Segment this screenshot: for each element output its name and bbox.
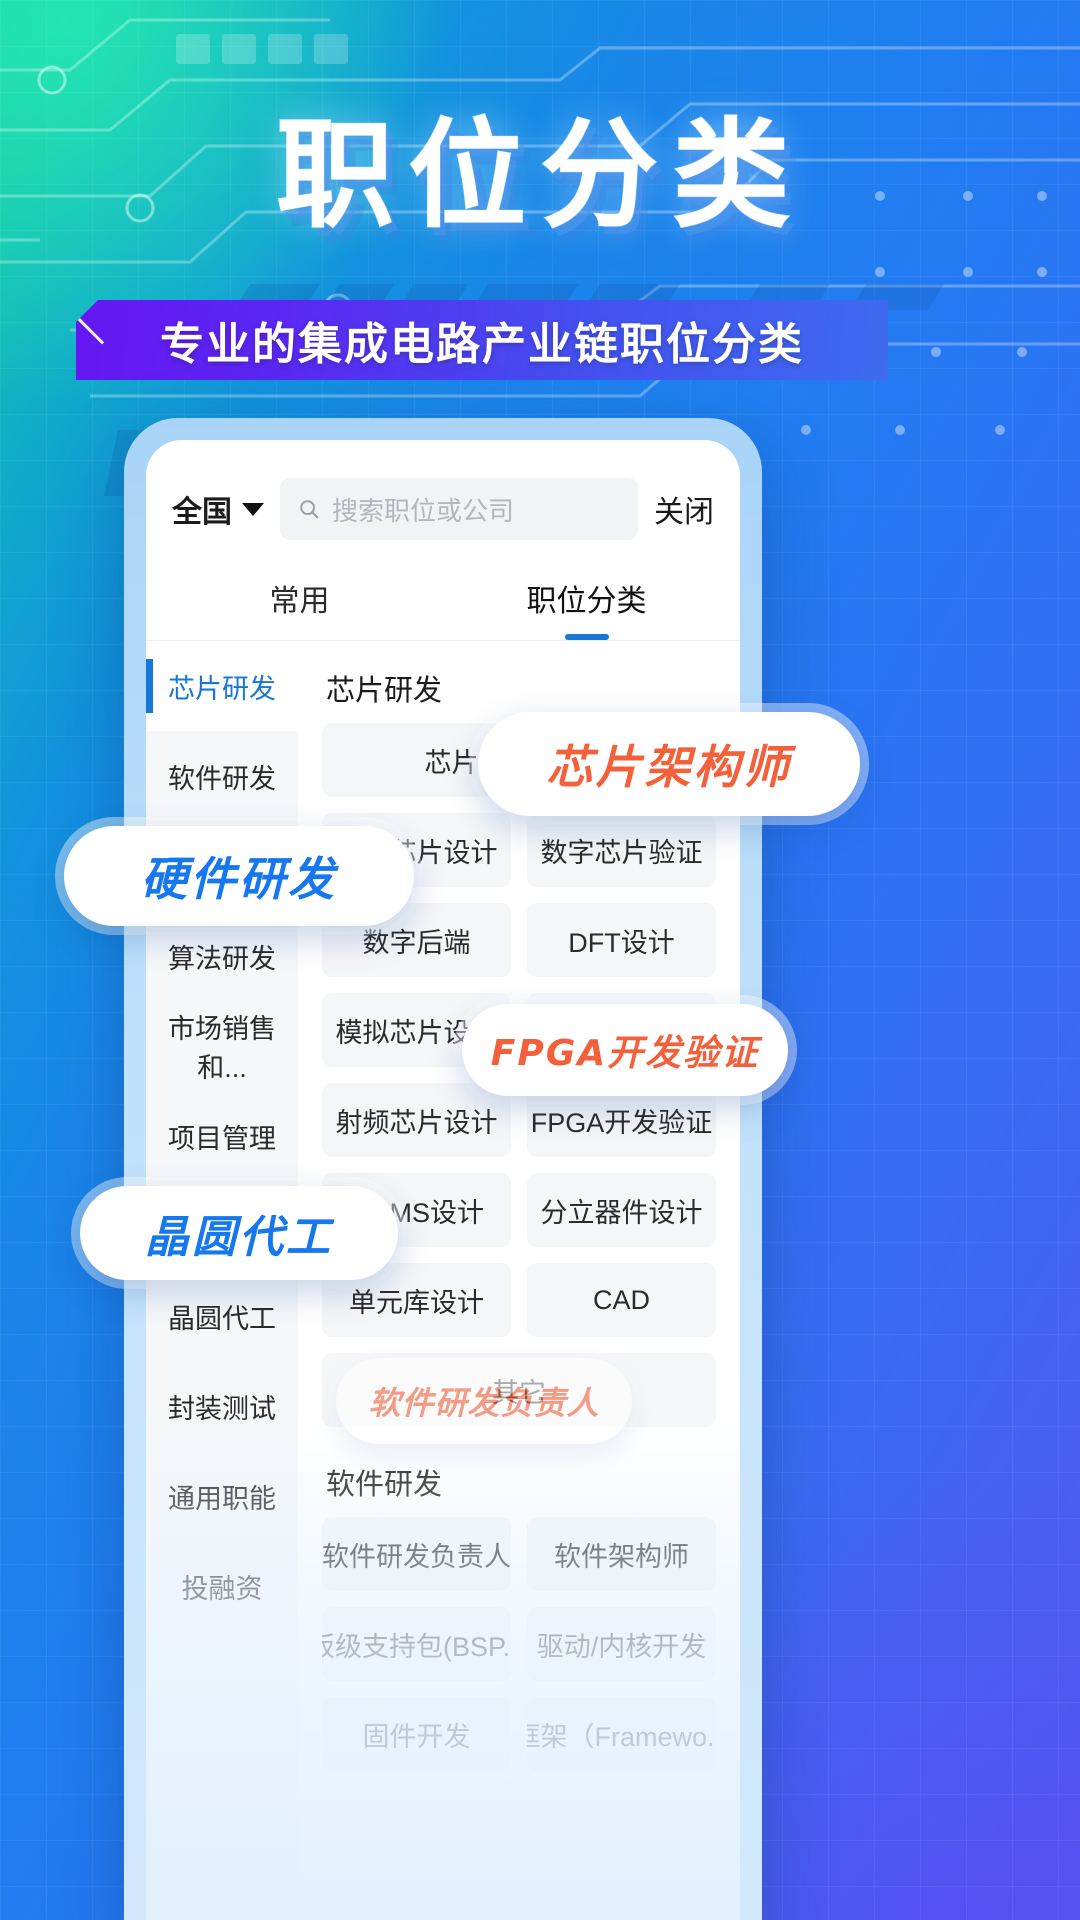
- highlight-badge-chip-architect: 芯片架构师: [478, 712, 860, 816]
- search-input[interactable]: 搜索职位或公司: [280, 478, 638, 540]
- chip-item[interactable]: 固件开发: [322, 1697, 511, 1771]
- city-label: 全国: [172, 496, 232, 529]
- chip-grid-software-rd: 软件研发负责人 软件架构师 板级支持包(BSP... 驱动/内核开发 固件开发 …: [298, 1513, 740, 1779]
- phone-mockup: 全国 搜索职位或公司 关闭 常用 职位分类 芯片研发 软件研发 算法研发 市场销…: [124, 418, 762, 1920]
- sidebar-item-chip-rd[interactable]: 芯片研发: [146, 641, 298, 731]
- sidebar-item-packaging-test[interactable]: 封装测试: [146, 1361, 298, 1451]
- close-button[interactable]: 关闭: [654, 487, 714, 531]
- highlight-badge-foundry: 晶圆代工: [80, 1186, 398, 1280]
- highlight-badge-label: 硬件研发: [141, 852, 337, 906]
- subtitle-ribbon: 专业的集成电路产业链职位分类: [76, 300, 888, 380]
- chip-item[interactable]: 驱动/内核开发: [527, 1607, 716, 1681]
- sidebar-item-investment[interactable]: 投融资: [146, 1541, 298, 1631]
- highlight-badge-fpga: FPGA开发验证: [462, 1004, 788, 1096]
- sidebar-item-project-mgmt[interactable]: 项目管理: [146, 1091, 298, 1181]
- chip-item[interactable]: 框架（Framewo...: [527, 1697, 716, 1771]
- search-placeholder: 搜索职位或公司: [332, 495, 515, 526]
- highlight-badge-label: 晶圆代工: [145, 1212, 333, 1263]
- highlight-badge-software-lead: 软件研发负责人: [336, 1358, 632, 1444]
- chip-item[interactable]: 板级支持包(BSP...: [322, 1607, 511, 1681]
- city-selector[interactable]: 全国: [172, 487, 264, 531]
- group-title-chip-rd: 芯片研发: [326, 675, 443, 707]
- chevron-down-icon: [242, 502, 264, 516]
- sidebar-item-sales[interactable]: 市场销售和...: [146, 1001, 298, 1091]
- group-title-software-rd: 软件研发: [326, 1469, 443, 1501]
- chip-item[interactable]: 分立器件设计: [527, 1173, 716, 1247]
- category-tabs: 常用 职位分类: [146, 562, 740, 641]
- sidebar-item-foundry[interactable]: 晶圆代工: [146, 1271, 298, 1361]
- poster-canvas: 职位分类 专业的集成电路产业链职位分类 全国 搜索职位或公司 关闭 常用 职位分…: [0, 0, 1080, 1920]
- chip-item[interactable]: 射频芯片设计: [322, 1083, 511, 1157]
- highlight-badge-label: 软件研发负责人: [368, 1384, 600, 1422]
- highlight-badge-label: 芯片架构师: [546, 740, 792, 794]
- sidebar-item-software-rd[interactable]: 软件研发: [146, 731, 298, 821]
- page-title: 职位分类: [275, 106, 804, 244]
- chip-item[interactable]: CAD: [527, 1263, 716, 1337]
- highlight-badge-label: FPGA开发验证: [490, 1033, 760, 1074]
- chip-item[interactable]: DFT设计: [527, 903, 716, 977]
- chip-item[interactable]: 数字芯片验证: [527, 813, 716, 887]
- subtitle-text: 专业的集成电路产业链职位分类: [160, 319, 804, 370]
- tab-job-category[interactable]: 职位分类: [443, 562, 730, 640]
- app-topbar: 全国 搜索职位或公司 关闭: [146, 440, 740, 562]
- highlight-badge-hardware-rd: 硬件研发: [64, 826, 414, 926]
- search-icon: [300, 500, 319, 519]
- tab-common[interactable]: 常用: [156, 562, 443, 640]
- chip-item[interactable]: 软件架构师: [527, 1517, 716, 1591]
- phone-screen: 全国 搜索职位或公司 关闭 常用 职位分类 芯片研发 软件研发 算法研发 市场销…: [146, 440, 740, 1920]
- sidebar-item-general[interactable]: 通用职能: [146, 1451, 298, 1541]
- chip-item[interactable]: 软件研发负责人: [322, 1517, 511, 1591]
